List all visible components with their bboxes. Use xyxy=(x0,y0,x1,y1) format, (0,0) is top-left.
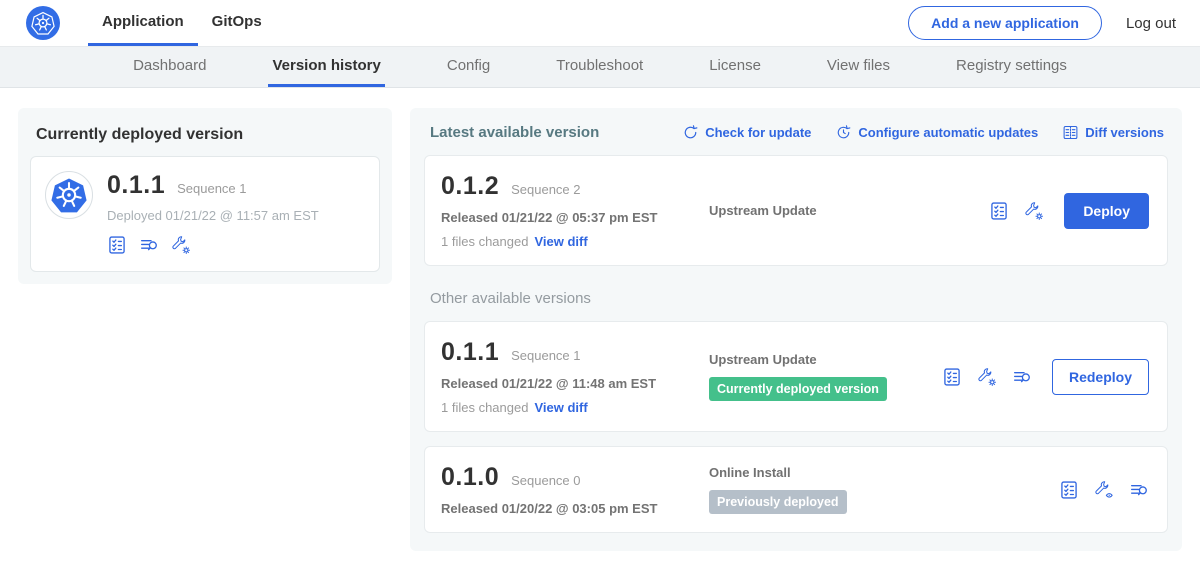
released-timestamp: Released 01/20/22 @ 03:05 pm EST xyxy=(441,501,689,516)
subtab-troubleshoot[interactable]: Troubleshoot xyxy=(552,47,647,87)
preflight-checklist-icon[interactable] xyxy=(1059,480,1079,500)
view-logs-icon[interactable] xyxy=(139,235,159,255)
deploy-button[interactable]: Deploy xyxy=(1064,193,1149,229)
currently-deployed-title: Currently deployed version xyxy=(36,126,380,144)
previously-deployed-badge: Previously deployed xyxy=(709,490,847,514)
currently-deployed-card: 0.1.1 Sequence 1 Deployed 01/21/22 @ 11:… xyxy=(30,156,380,272)
diff-icon xyxy=(1062,124,1079,141)
subtab-version-history[interactable]: Version history xyxy=(268,47,384,87)
kubernetes-logo-icon xyxy=(26,6,60,40)
preflight-checklist-icon[interactable] xyxy=(989,201,1009,221)
view-config-icon[interactable] xyxy=(1094,480,1114,500)
currently-deployed-panel: Currently deployed version 0.1.1 Sequenc… xyxy=(18,108,392,284)
sequence-label: Sequence 1 xyxy=(511,348,580,363)
check-for-update-link[interactable]: Check for update xyxy=(682,124,811,141)
preflight-checklist-icon[interactable] xyxy=(107,235,127,255)
deployed-version-number: 0.1.1 xyxy=(107,171,165,200)
edit-config-icon[interactable] xyxy=(977,367,997,387)
redeploy-button[interactable]: Redeploy xyxy=(1052,359,1149,395)
version-card-0-1-0: 0.1.0 Sequence 0 Released 01/20/22 @ 03:… xyxy=(424,446,1168,533)
app-logo xyxy=(26,0,60,46)
files-changed-label: 1 files changed xyxy=(441,234,528,249)
logout-link[interactable]: Log out xyxy=(1126,15,1176,32)
version-number: 0.1.2 xyxy=(441,172,499,201)
files-changed-label: 1 files changed xyxy=(441,400,528,415)
deployed-timestamp: Deployed 01/21/22 @ 11:57 am EST xyxy=(107,208,319,223)
sequence-label: Sequence 0 xyxy=(511,473,580,488)
sequence-label: Sequence 2 xyxy=(511,182,580,197)
deployed-sequence-label: Sequence 1 xyxy=(177,181,246,196)
edit-config-icon[interactable] xyxy=(171,235,191,255)
subtab-registry-settings[interactable]: Registry settings xyxy=(952,47,1071,87)
subtab-config[interactable]: Config xyxy=(443,47,494,87)
configure-automatic-updates-link[interactable]: Configure automatic updates xyxy=(835,124,1038,141)
diff-versions-link[interactable]: Diff versions xyxy=(1062,124,1164,141)
released-timestamp: Released 01/21/22 @ 11:48 am EST xyxy=(441,376,689,391)
version-source-label: Upstream Update xyxy=(709,203,989,218)
tab-gitops[interactable]: GitOps xyxy=(198,0,276,46)
released-timestamp: Released 01/21/22 @ 05:37 pm EST xyxy=(441,210,689,225)
schedule-update-icon xyxy=(835,124,852,141)
view-logs-icon[interactable] xyxy=(1012,367,1032,387)
top-nav: Application GitOps Add a new application… xyxy=(0,0,1200,46)
version-history-panel: Latest available version Check for updat… xyxy=(410,108,1182,551)
version-number: 0.1.0 xyxy=(441,463,499,492)
version-number: 0.1.1 xyxy=(441,338,499,367)
currently-deployed-badge: Currently deployed version xyxy=(709,377,887,401)
view-diff-link[interactable]: View diff xyxy=(534,400,587,415)
view-diff-link[interactable]: View diff xyxy=(534,234,587,249)
latest-available-title: Latest available version xyxy=(430,124,599,141)
tab-gitops-label: GitOps xyxy=(212,13,262,30)
add-new-application-button[interactable]: Add a new application xyxy=(908,6,1102,40)
tab-application-label: Application xyxy=(102,13,184,30)
version-card-0-1-2: 0.1.2 Sequence 2 Released 01/21/22 @ 05:… xyxy=(424,155,1168,266)
version-source-label: Online Install xyxy=(709,465,1059,480)
version-source-label: Upstream Update xyxy=(709,352,942,367)
tab-application[interactable]: Application xyxy=(88,0,198,46)
subtab-view-files[interactable]: View files xyxy=(823,47,894,87)
preflight-checklist-icon[interactable] xyxy=(942,367,962,387)
other-available-versions-title: Other available versions xyxy=(430,290,1164,307)
app-sub-nav: Dashboard Version history Config Trouble… xyxy=(0,46,1200,88)
version-card-0-1-1: 0.1.1 Sequence 1 Released 01/21/22 @ 11:… xyxy=(424,321,1168,432)
app-k8s-icon xyxy=(45,171,93,219)
view-logs-icon[interactable] xyxy=(1129,480,1149,500)
edit-config-icon[interactable] xyxy=(1024,201,1044,221)
refresh-icon xyxy=(682,124,699,141)
subtab-dashboard[interactable]: Dashboard xyxy=(129,47,210,87)
subtab-license[interactable]: License xyxy=(705,47,765,87)
